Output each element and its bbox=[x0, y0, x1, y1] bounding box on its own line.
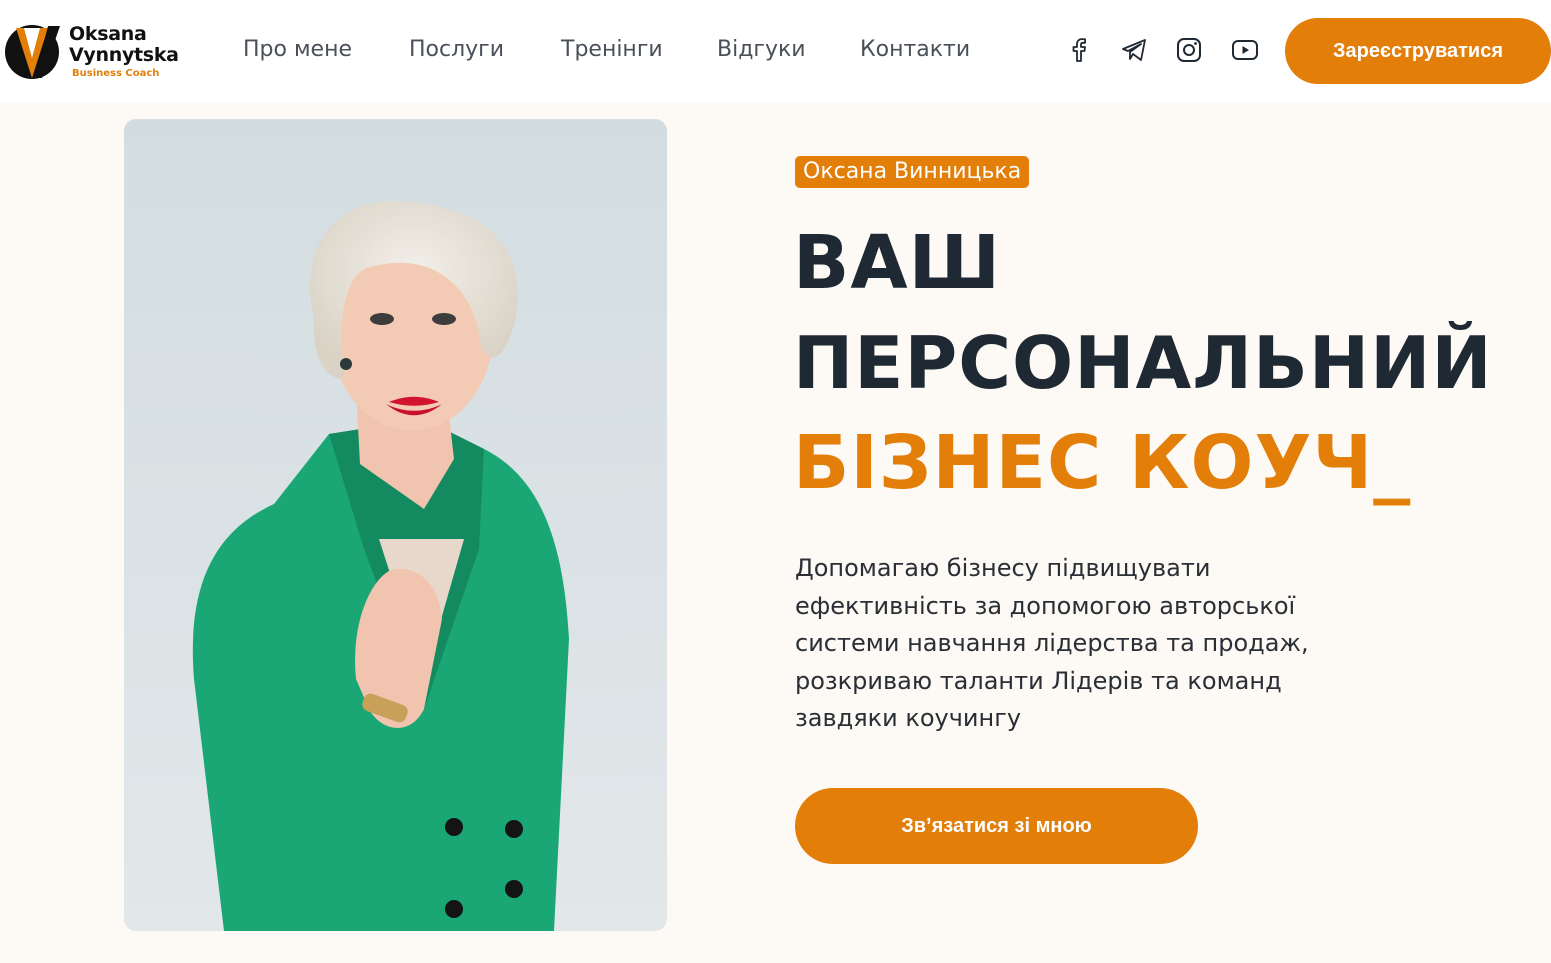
register-button[interactable]: Зареєструватися bbox=[1285, 18, 1551, 84]
logo-tagline: Business Coach bbox=[72, 68, 160, 79]
logo-name-last: Vynnytska bbox=[69, 44, 179, 66]
nav-item-services[interactable]: Послуги bbox=[409, 35, 504, 65]
logo-v-icon bbox=[5, 25, 60, 79]
hero-headline-line1: ВАШ bbox=[793, 220, 1002, 306]
nav-item-trainings[interactable]: Тренінги bbox=[561, 35, 663, 65]
contact-me-button[interactable]: Зв’язатися зі мною bbox=[795, 788, 1198, 864]
portrait-image bbox=[124, 119, 667, 931]
nav-item-contacts[interactable]: Контакти bbox=[860, 35, 970, 65]
telegram-icon[interactable] bbox=[1120, 36, 1148, 64]
site-header: Oksana Vynnytska Business Coach Про мене… bbox=[0, 0, 1551, 103]
nav-item-reviews[interactable]: Відгуки bbox=[717, 35, 806, 65]
facebook-icon[interactable] bbox=[1065, 36, 1093, 64]
youtube-icon[interactable] bbox=[1231, 36, 1259, 64]
hero-headline-line2: ПЕРСОНАЛЬНИЙ bbox=[793, 321, 1493, 405]
name-badge: Оксана Винницька bbox=[795, 156, 1030, 188]
instagram-icon[interactable] bbox=[1175, 36, 1203, 64]
brand-logo[interactable]: Oksana Vynnytska Business Coach bbox=[2, 20, 192, 82]
nav-item-about[interactable]: Про мене bbox=[243, 35, 352, 65]
hero-headline-line3: БІЗНЕС КОУЧ_ bbox=[793, 420, 1412, 506]
hero-photo bbox=[124, 119, 667, 931]
logo-name-first: Oksana bbox=[69, 23, 147, 45]
hero-description: Допомагаю бізнесу підвищувати ефективніс… bbox=[795, 554, 1309, 732]
